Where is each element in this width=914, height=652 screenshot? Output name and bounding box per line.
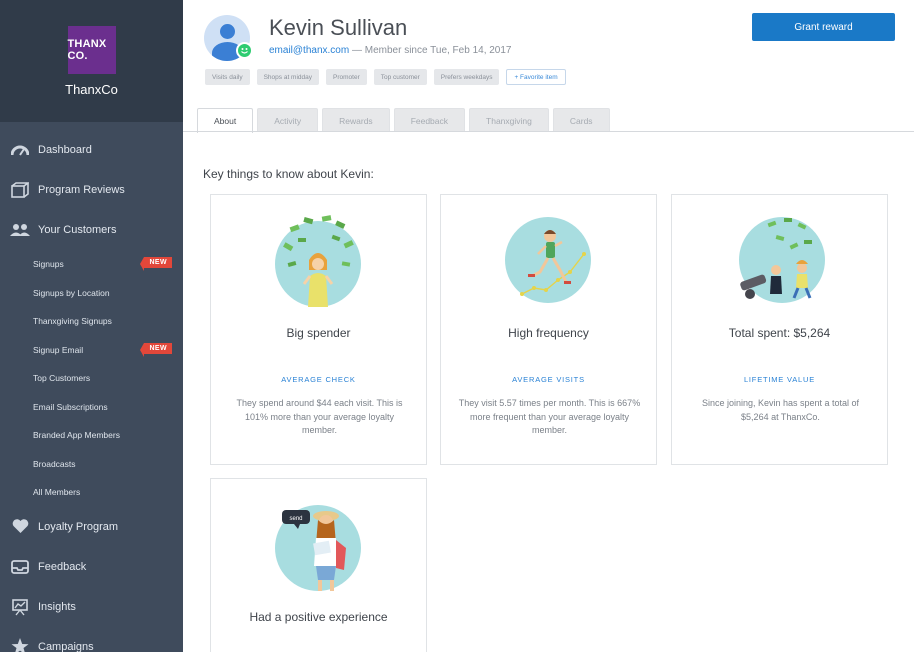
customer-meta: email@thanx.com — Member since Tue, Feb … [269,45,512,56]
new-badge: NEW [140,342,172,357]
sidebar-subitem-label: Signups [33,259,64,270]
sidebar-item-label: Your Customers [38,224,117,236]
insight-card-positive-experience: send Had a positive experience [210,478,427,652]
customer-header: Kevin Sullivan email@thanx.com — Member … [183,0,914,133]
card-description: Since joining, Kevin has spent a total o… [701,398,860,422]
smiley-icon [236,42,253,59]
sidebar-subitem-all-members[interactable]: All Members [0,478,183,507]
box-icon [10,180,30,200]
speedometer-icon [10,140,30,160]
card-description: They visit 5.57 times per month. This is… [458,398,641,435]
sidebar-subitem-label: Branded App Members [33,430,120,441]
sidebar-item-label: Insights [38,600,76,613]
card-subtitle: AVERAGE VISITS [512,375,585,384]
sidebar-subitem-thanxgiving-signups[interactable]: Thanxgiving Signups [0,307,183,336]
customer-name: Kevin Sullivan [269,15,408,40]
money-cannon-illustration [739,217,825,303]
sidebar-subitem-email-subscriptions[interactable]: Email Subscriptions [0,393,183,422]
tag: Promoter [326,69,367,85]
grant-reward-button[interactable]: Grant reward [752,13,895,41]
feedback-girl-illustration: send [275,505,361,591]
sidebar-subitem-broadcasts[interactable]: Broadcasts [0,450,183,479]
tab-about[interactable]: About [197,108,254,133]
card-title: Big spender [286,326,351,340]
sidebar-subitem-label: Signup Email [33,344,84,355]
tag: Visits daily [205,69,250,85]
tag: Shops at midday [256,69,320,85]
brand-logo[interactable]: THANX CO. [67,25,116,74]
presentation-icon [10,597,30,617]
sidebar-item-label: Program Reviews [38,184,125,196]
card-title: Total spent: $5,264 [728,326,831,340]
sidebar-item-label: Feedback [38,560,87,573]
tab-thanxgiving[interactable]: Thanxgiving [469,108,549,132]
brand: THANX CO. ThanxCo [0,0,183,122]
card-title: Had a positive experience [249,610,388,624]
sidebar-subitem-label: Top Customers [33,373,91,384]
card-description: They spend around $44 each visit. This i… [236,398,403,435]
sidebar-subitem-label: Broadcasts [33,458,76,469]
sidebar-nav: Dashboard Program Reviews Your Customers… [0,122,183,652]
sidebar-item-label: Loyalty Program [38,520,119,533]
brand-name: ThanxCo [65,81,118,97]
heart-icon [10,517,30,537]
section-title: Key things to know about Kevin: [203,167,374,181]
app: THANX CO. ThanxCo Dashboard Program Revi… [0,0,914,652]
sidebar-subitem-signups-by-location[interactable]: Signups by Location [0,279,183,308]
add-favorite-item-button[interactable]: + Favorite item [506,69,566,85]
sidebar-subitem-label: All Members [33,487,81,498]
tab-activity[interactable]: Activity [257,108,319,132]
tag: Top customer [373,69,427,85]
sidebar-item-label: Dashboard [38,144,92,156]
money-rain-illustration [275,215,361,307]
member-since: — Member since Tue, Feb 14, 2017 [351,45,512,56]
about-panel: Key things to know about Kevin: Big spen… [183,132,914,652]
sidebar: THANX CO. ThanxCo Dashboard Program Revi… [0,0,183,652]
card-subtitle: AVERAGE CHECK [281,375,356,384]
profile-tabs: About Activity Rewards Feedback Thanxgiv… [197,108,610,133]
inbox-icon [10,557,30,577]
insight-card-high-frequency: High frequency AVERAGE VISITS They visit… [440,194,657,465]
sidebar-subitem-label: Signups by Location [33,287,110,298]
sidebar-subitem-signup-email[interactable]: Signup Email NEW [0,336,183,365]
sidebar-item-campaigns[interactable]: Campaigns [0,627,183,652]
star-icon [10,637,30,652]
tab-rewards[interactable]: Rewards [322,108,390,132]
users-icon [10,220,30,240]
send-bubble-text: send [289,516,302,522]
sidebar-subitem-label: Email Subscriptions [33,401,108,412]
sidebar-item-feedback[interactable]: Feedback [0,547,183,587]
tab-feedback[interactable]: Feedback [393,108,466,132]
card-title: High frequency [508,326,589,340]
sidebar-subitem-branded-app-members[interactable]: Branded App Members [0,421,183,450]
sidebar-item-label: Campaigns [38,640,94,652]
sidebar-subitem-label: Thanxgiving Signups [33,316,112,327]
sidebar-subitem-signups[interactable]: Signups NEW [0,250,183,279]
insight-card-big-spender: Big spender AVERAGE CHECK They spend aro… [210,194,427,465]
tab-cards[interactable]: Cards [552,108,610,132]
sidebar-item-program-reviews[interactable]: Program Reviews [0,170,183,210]
sidebar-item-your-customers[interactable]: Your Customers [0,210,183,250]
new-badge: NEW [140,257,172,271]
customer-email-link[interactable]: email@thanx.com [269,45,349,56]
customer-tags: Visits daily Shops at midday Promoter To… [205,69,566,85]
runner-illustration [505,217,591,303]
tag: Prefers weekdays [433,69,500,85]
sidebar-item-insights[interactable]: Insights [0,587,183,627]
card-subtitle: LIFETIME VALUE [743,375,816,384]
sidebar-item-loyalty-program[interactable]: Loyalty Program [0,507,183,547]
insight-card-total-spent: Total spent: $5,264 LIFETIME VALUE Since… [671,194,888,465]
sidebar-item-dashboard[interactable]: Dashboard [0,130,183,170]
sidebar-subitem-top-customers[interactable]: Top Customers [0,364,183,393]
